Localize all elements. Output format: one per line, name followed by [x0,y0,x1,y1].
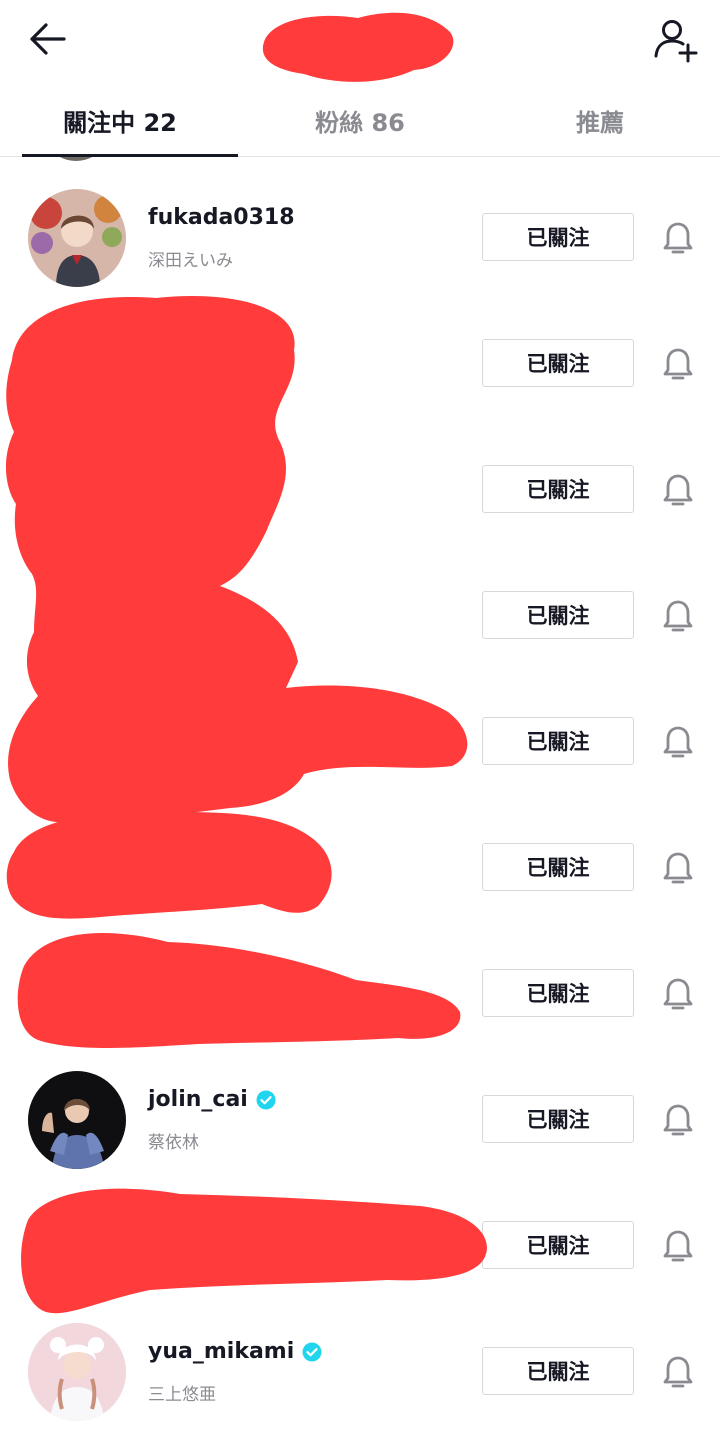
avatar[interactable] [28,1071,126,1169]
bell-icon [663,474,693,506]
avatar[interactable] [28,1323,126,1421]
list-item[interactable]: 已關注 [0,1165,720,1291]
notification-button[interactable] [657,343,699,385]
following-button[interactable]: 已關注 [482,465,634,513]
tab-following[interactable]: 關注中 22 [0,84,240,157]
list-item[interactable]: 已關注 [0,535,720,661]
following-button[interactable]: 已關注 [482,1347,634,1395]
notification-button[interactable] [657,1225,699,1267]
username[interactable]: fukada0318 [148,205,295,230]
username[interactable]: yua_mikami [148,1339,322,1364]
username-text: fukada0318 [148,205,295,230]
list-item[interactable]: yua_mikami 三上悠亜 已關注 [0,1291,720,1421]
list-item[interactable]: jolin_cai 蔡依林 已關注 [0,1039,720,1169]
tab-suggested[interactable]: 推薦 [480,84,720,156]
nickname: 蔡依林 [148,1133,199,1153]
verified-badge-icon [256,1090,276,1109]
title-redaction [262,12,454,82]
list-item[interactable]: fukada0318 深田えいみ 已關注 [0,157,720,287]
following-button[interactable]: 已關注 [482,969,634,1017]
add-user-icon [654,20,698,63]
list-item[interactable]: 已關注 [0,283,720,409]
notification-button[interactable] [657,1351,699,1393]
nickname: 三上悠亜 [148,1385,216,1405]
notification-button[interactable] [657,1099,699,1141]
following-button[interactable]: 已關注 [482,843,634,891]
tab-followers-label: 粉絲 86 [315,108,405,137]
following-button[interactable]: 已關注 [482,339,634,387]
list-item[interactable]: 已關注 [0,661,720,787]
following-button[interactable]: 已關注 [482,591,634,639]
bell-icon [663,600,693,632]
bell-icon [663,348,693,380]
bell-icon [663,1230,693,1262]
notification-button[interactable] [657,217,699,259]
bell-icon [663,1356,693,1388]
username-text: jolin_cai [148,1087,248,1112]
avatar[interactable] [28,189,126,287]
notification-button[interactable] [657,595,699,637]
bell-icon [663,726,693,758]
tab-followers[interactable]: 粉絲 86 [240,84,480,156]
following-list: fukada0318 深田えいみ 已關注 已關注 已關注 已關注 已關注 已關注… [0,157,720,1436]
bell-icon [663,978,693,1010]
following-button[interactable]: 已關注 [482,1221,634,1269]
notification-button[interactable] [657,469,699,511]
username-text: yua_mikami [148,1339,295,1364]
add-friend-button[interactable] [650,14,702,66]
tab-suggested-label: 推薦 [576,108,624,137]
bell-icon [663,222,693,254]
nickname: 深田えいみ [148,251,233,271]
following-button[interactable]: 已關注 [482,717,634,765]
following-button[interactable]: 已關注 [482,213,634,261]
tab-bar: 關注中 22 粉絲 86 推薦 [0,84,720,157]
bell-icon [663,852,693,884]
bell-icon [663,1104,693,1136]
top-bar [0,0,720,82]
back-button[interactable] [22,16,72,62]
notification-button[interactable] [657,973,699,1015]
tab-following-label: 關注中 22 [63,108,177,137]
verified-badge-icon [302,1342,322,1361]
arrow-left-icon [30,23,66,55]
list-item[interactable]: 已關注 [0,409,720,535]
list-item[interactable]: 已關注 [0,787,720,913]
following-button[interactable]: 已關注 [482,1095,634,1143]
notification-button[interactable] [657,721,699,763]
username[interactable]: jolin_cai [148,1087,276,1112]
list-item[interactable]: 已關注 [0,913,720,1039]
notification-button[interactable] [657,847,699,889]
